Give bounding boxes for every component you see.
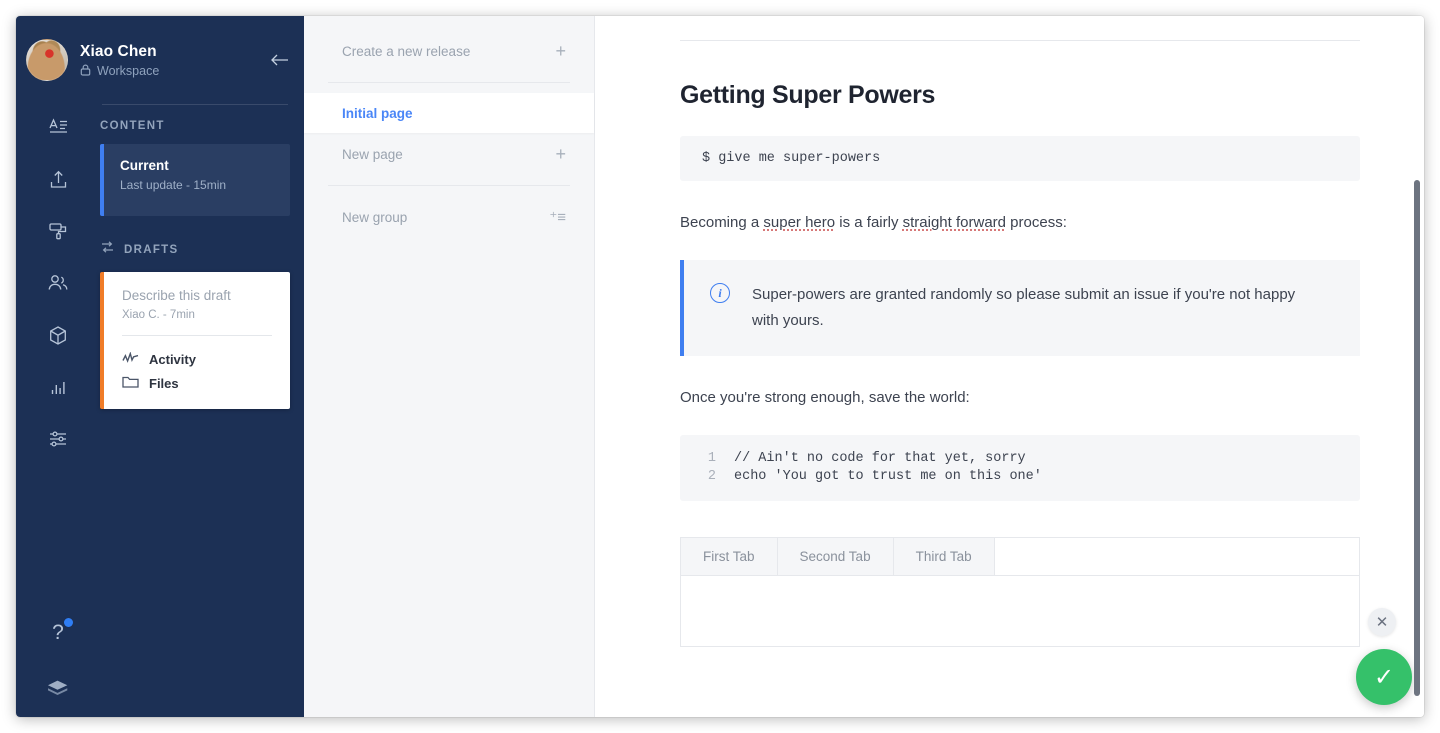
drafts-section-header: DRAFTS bbox=[100, 240, 290, 260]
draft-title: Describe this draft bbox=[122, 288, 272, 303]
draft-item-label: Files bbox=[149, 376, 179, 391]
workspace-label: Workspace bbox=[97, 64, 159, 78]
collapse-sidebar-button[interactable] bbox=[270, 52, 290, 70]
question-mark-icon: ? bbox=[52, 622, 64, 643]
callout-line-2: with yours. bbox=[752, 312, 824, 329]
folder-icon bbox=[122, 375, 139, 392]
tab-strip: First Tab Second Tab Third Tab bbox=[680, 537, 1360, 575]
callout-line-1: Super-powers are granted randomly so ple… bbox=[752, 286, 1295, 303]
page-title: Getting Super Powers bbox=[680, 81, 1360, 110]
help-button[interactable]: ? bbox=[41, 615, 75, 649]
draft-separator bbox=[122, 335, 272, 336]
line-number: 1 bbox=[680, 451, 734, 466]
sliders-icon[interactable] bbox=[41, 422, 75, 456]
sidebar-item-current[interactable]: Current Last update - 15min bbox=[100, 144, 290, 216]
code-text: // Ain't no code for that yet, sorry bbox=[734, 451, 1026, 466]
intro-prefix: Becoming a bbox=[680, 214, 763, 231]
new-group-label: New group bbox=[342, 210, 407, 225]
activity-icon bbox=[122, 352, 139, 367]
text-format-icon[interactable] bbox=[41, 110, 75, 144]
draft-item-files[interactable]: Files bbox=[122, 371, 272, 396]
intro-mid: is a fairly bbox=[835, 214, 903, 231]
tab-third[interactable]: Third Tab bbox=[894, 538, 995, 575]
shell-command-block: $ give me super-powers bbox=[680, 136, 1360, 181]
document-body: Getting Super Powers $ give me super-pow… bbox=[595, 16, 1424, 647]
add-group-icon[interactable]: ⁺≡ bbox=[549, 210, 566, 225]
tab-panel-body bbox=[680, 575, 1360, 647]
info-callout: i Super-powers are granted randomly so p… bbox=[680, 260, 1360, 356]
draft-meta: Xiao C. - 7min bbox=[122, 309, 272, 321]
lock-icon bbox=[80, 64, 91, 79]
line-number: 2 bbox=[680, 469, 734, 484]
people-icon[interactable] bbox=[41, 266, 75, 300]
confirm-button[interactable]: ✓ bbox=[1356, 649, 1412, 705]
callout-text: Super-powers are granted randomly so ple… bbox=[752, 282, 1295, 334]
current-subtitle: Last update - 15min bbox=[120, 178, 274, 192]
intro-paragraph: Becoming a super hero is a fairly straig… bbox=[680, 211, 1360, 234]
plus-icon[interactable]: + bbox=[555, 42, 566, 60]
pages-panel: Create a new release + Initial page New … bbox=[304, 16, 595, 717]
code-block: 1 // Ain't no code for that yet, sorry 2… bbox=[680, 435, 1360, 501]
tab-second[interactable]: Second Tab bbox=[778, 538, 894, 575]
current-title: Current bbox=[120, 158, 274, 173]
workspace-row: Workspace bbox=[80, 64, 159, 79]
create-release-label: Create a new release bbox=[342, 44, 470, 59]
page-label: Initial page bbox=[342, 106, 413, 121]
header-divider bbox=[102, 104, 288, 105]
books-icon[interactable] bbox=[41, 669, 75, 703]
drafts-icon bbox=[100, 240, 115, 260]
close-button[interactable]: ✕ bbox=[1368, 608, 1396, 636]
draft-card[interactable]: Describe this draft Xiao C. - 7min Activ… bbox=[100, 272, 290, 409]
new-group-row[interactable]: New group ⁺≡ bbox=[304, 196, 594, 238]
upload-icon[interactable] bbox=[41, 162, 75, 196]
tab-first[interactable]: First Tab bbox=[681, 538, 778, 575]
sidebar-content: CONTENT Current Last update - 15min DRAF… bbox=[100, 120, 290, 409]
code-line: 2 echo 'You got to trust me on this one' bbox=[680, 467, 1360, 485]
rail-bottom: ? bbox=[16, 615, 100, 703]
paint-roller-icon[interactable] bbox=[41, 214, 75, 248]
chart-bars-icon[interactable] bbox=[41, 370, 75, 404]
drafts-label: DRAFTS bbox=[124, 244, 178, 256]
plus-icon[interactable]: + bbox=[555, 145, 566, 163]
user-name: Xiao Chen bbox=[80, 42, 159, 61]
top-rule bbox=[680, 40, 1360, 41]
info-icon: i bbox=[710, 283, 730, 303]
draft-item-activity[interactable]: Activity bbox=[122, 348, 272, 371]
pages-divider bbox=[328, 82, 570, 83]
spellcheck-word: super hero bbox=[763, 214, 835, 231]
page-row-initial-page[interactable]: Initial page bbox=[304, 93, 594, 133]
icon-rail bbox=[16, 110, 100, 456]
workspace-header: Xiao Chen Workspace bbox=[16, 16, 304, 88]
create-new-release-row[interactable]: Create a new release + bbox=[304, 30, 594, 72]
second-paragraph: Once you're strong enough, save the worl… bbox=[680, 386, 1360, 409]
code-line: 1 // Ain't no code for that yet, sorry bbox=[680, 449, 1360, 467]
spellcheck-word: straight forward bbox=[903, 214, 1006, 231]
main-content: Getting Super Powers $ give me super-pow… bbox=[595, 16, 1424, 717]
page-scrollbar[interactable] bbox=[1414, 180, 1420, 696]
content-section-label: CONTENT bbox=[100, 120, 290, 132]
app-window: Xiao Chen Workspace bbox=[16, 16, 1424, 717]
tabs-block: First Tab Second Tab Third Tab bbox=[680, 537, 1360, 647]
page-row-new-page[interactable]: New page + bbox=[304, 133, 594, 175]
page-label: New page bbox=[342, 147, 403, 162]
notification-dot bbox=[64, 618, 73, 627]
code-text: echo 'You got to trust me on this one' bbox=[734, 469, 1050, 484]
left-sidebar: Xiao Chen Workspace bbox=[16, 16, 304, 717]
avatar[interactable] bbox=[26, 39, 68, 81]
cube-icon[interactable] bbox=[41, 318, 75, 352]
draft-item-label: Activity bbox=[149, 352, 196, 367]
intro-suffix: process: bbox=[1006, 214, 1067, 231]
pages-divider bbox=[328, 185, 570, 186]
